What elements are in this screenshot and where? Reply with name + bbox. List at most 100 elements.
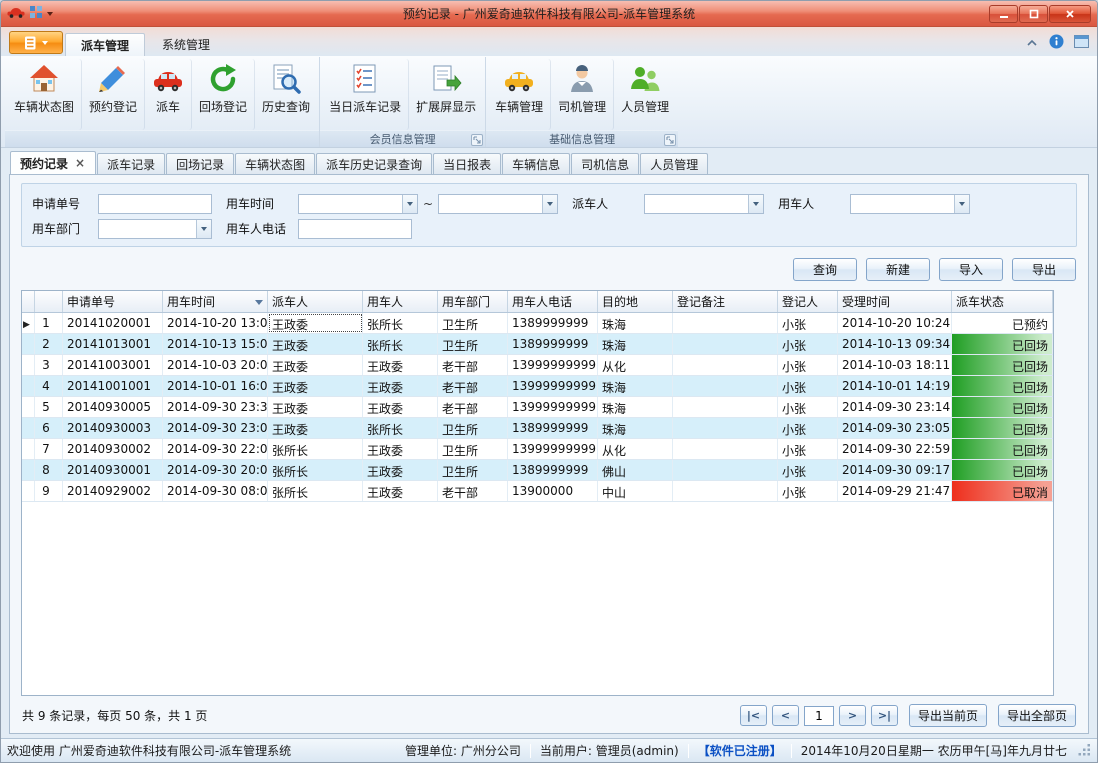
combo-dropdown-button[interactable] xyxy=(748,195,763,213)
ribbon-button-dispatch[interactable]: 派车 xyxy=(145,59,192,130)
grid-cell: 卫生所 xyxy=(438,313,508,333)
ribbon-collapse-icon[interactable] xyxy=(1025,36,1039,50)
grid-cell: 卫生所 xyxy=(438,460,508,480)
query-button[interactable]: 查询 xyxy=(793,258,857,281)
column-header-1[interactable]: 申请单号 xyxy=(63,291,163,312)
new-button[interactable]: 新建 xyxy=(866,258,930,281)
table-row-9[interactable]: 9201409290022014-09-30 08:00张所长王政委老干部139… xyxy=(22,481,1053,502)
doc-tab-3[interactable]: 回场记录 xyxy=(166,153,234,174)
table-row-3[interactable]: 3201410030012014-10-03 20:00王政委王政委老干部139… xyxy=(22,355,1053,376)
group-dialog-launcher-icon[interactable] xyxy=(664,134,676,146)
registered-link[interactable]: 【软件已注册】 xyxy=(698,742,782,759)
combo-dropdown-button[interactable] xyxy=(542,195,557,213)
column-header-8[interactable]: 登记备注 xyxy=(673,291,778,312)
table-row-7[interactable]: 7201409300022014-09-30 22:00张所长王政委卫生所139… xyxy=(22,439,1053,460)
grid-cell: 小张 xyxy=(778,313,838,333)
table-row-6[interactable]: 6201409300032014-09-30 23:00王政委张所长卫生所138… xyxy=(22,418,1053,439)
ribbon-button-reservation-register[interactable]: 预约登记 xyxy=(82,59,145,130)
doc-tab-9[interactable]: 人员管理 xyxy=(640,153,708,174)
user-combo[interactable] xyxy=(850,194,970,214)
ribbon-button-vehicle-management[interactable]: 车辆管理 xyxy=(488,59,551,130)
grid-cell: 王政委 xyxy=(363,460,438,480)
ribbon-button-driver-management[interactable]: 司机管理 xyxy=(551,59,614,130)
table-row-8[interactable]: 8201409300012014-09-30 20:00张所长王政委卫生所138… xyxy=(22,460,1053,481)
combo-dropdown-button[interactable] xyxy=(402,195,417,213)
ribbon-tab-system-management[interactable]: 系统管理 xyxy=(147,33,225,56)
grid-cell: 2014-10-01 14:19 xyxy=(838,376,952,396)
table-row-5[interactable]: 5201409300052014-09-30 23:30王政委王政委老干部139… xyxy=(22,397,1053,418)
resize-grip-icon[interactable] xyxy=(1078,743,1091,759)
next-page-button[interactable]: > xyxy=(839,705,866,726)
export-button[interactable]: 导出 xyxy=(1012,258,1076,281)
search-document-icon xyxy=(270,63,302,95)
department-combo[interactable] xyxy=(98,219,212,239)
chevron-down-icon xyxy=(753,202,759,209)
prev-page-button[interactable]: < xyxy=(772,705,799,726)
combo-dropdown-button[interactable] xyxy=(954,195,969,213)
grid-cell: 小张 xyxy=(778,355,838,375)
ribbon-button-personnel-management[interactable]: 人员管理 xyxy=(614,59,676,130)
column-header-6[interactable]: 用车人电话 xyxy=(508,291,598,312)
selected-row-marker-icon: ▶ xyxy=(23,320,30,330)
column-header-2[interactable]: 用车时间 xyxy=(163,291,268,312)
ribbon-button-today-dispatch-records[interactable]: 当日派车记录 xyxy=(322,59,409,130)
doc-tab-label: 派车历史记录查询 xyxy=(326,156,422,173)
use-time-to-combo[interactable] xyxy=(438,194,558,214)
doc-tab-2[interactable]: 派车记录 xyxy=(97,153,165,174)
close-button[interactable] xyxy=(1049,5,1091,23)
info-icon[interactable] xyxy=(1049,34,1064,52)
ribbon-right-tools xyxy=(1025,34,1089,56)
use-time-from-combo[interactable] xyxy=(298,194,418,214)
doc-tab-1[interactable]: 预约记录× xyxy=(10,151,96,174)
table-row-2[interactable]: 2201410130012014-10-13 15:00王政委张所长卫生所138… xyxy=(22,334,1053,355)
grid-cell: 2014-09-30 22:59 xyxy=(838,439,952,459)
import-button[interactable]: 导入 xyxy=(939,258,1003,281)
dispatcher-combo[interactable] xyxy=(644,194,764,214)
combo-dropdown-button[interactable] xyxy=(196,220,211,238)
grid-cell: 王政委 xyxy=(363,376,438,396)
quick-access-layout-icon[interactable] xyxy=(29,5,43,22)
ribbon-button-history-query[interactable]: 历史查询 xyxy=(255,59,317,130)
column-header-11[interactable]: 派车状态 xyxy=(952,291,1053,312)
doc-tab-7[interactable]: 车辆信息 xyxy=(502,153,570,174)
apply-no-input[interactable] xyxy=(98,194,212,214)
skin-window-icon[interactable] xyxy=(1074,35,1089,51)
phone-label: 用车人电话 xyxy=(226,220,298,237)
column-header-7[interactable]: 目的地 xyxy=(598,291,673,312)
column-header-10[interactable]: 受理时间 xyxy=(838,291,952,312)
quick-access-dropdown-icon[interactable] xyxy=(47,12,53,19)
close-tab-icon[interactable]: × xyxy=(74,157,86,169)
phone-input[interactable] xyxy=(298,219,412,239)
ribbon-tab-dispatch-management[interactable]: 派车管理 xyxy=(65,33,145,56)
column-header-9[interactable]: 登记人 xyxy=(778,291,838,312)
row-indicator-cell xyxy=(22,334,35,354)
ribbon-button-extended-screen[interactable]: 扩展屏显示 xyxy=(409,59,483,130)
title-bar[interactable]: 预约记录 - 广州爱奇迪软件科技有限公司-派车管理系统 xyxy=(1,1,1097,27)
grid-cell: 从化 xyxy=(598,439,673,459)
grid-cell: 小张 xyxy=(778,397,838,417)
export-all-pages-button[interactable]: 导出全部页 xyxy=(998,704,1076,727)
doc-tab-8[interactable]: 司机信息 xyxy=(571,153,639,174)
application-menu-button[interactable] xyxy=(9,31,63,54)
column-header-label: 派车状态 xyxy=(956,293,1004,310)
column-header-4[interactable]: 用车人 xyxy=(363,291,438,312)
table-row-4[interactable]: 4201410010012014-10-01 16:00王政委王政委老干部139… xyxy=(22,376,1053,397)
column-header-5[interactable]: 用车部门 xyxy=(438,291,508,312)
first-page-button[interactable]: |< xyxy=(740,705,767,726)
ribbon-button-vehicle-status-map[interactable]: 车辆状态图 xyxy=(7,59,82,130)
filter-arrow-icon[interactable] xyxy=(255,300,263,309)
doc-tab-6[interactable]: 当日报表 xyxy=(433,153,501,174)
statusbar-divider xyxy=(688,744,689,758)
doc-tab-4[interactable]: 车辆状态图 xyxy=(235,153,315,174)
group-dialog-launcher-icon[interactable] xyxy=(471,134,483,146)
minimize-button[interactable] xyxy=(989,5,1018,23)
table-row-1[interactable]: ▶1201410200012014-10-20 13:00王政委张所长卫生所13… xyxy=(22,313,1053,334)
page-number-input[interactable] xyxy=(804,706,834,726)
last-page-button[interactable]: >| xyxy=(871,705,898,726)
maximize-button[interactable] xyxy=(1019,5,1048,23)
ribbon-button-return-register[interactable]: 回场登记 xyxy=(192,59,255,130)
doc-tab-5[interactable]: 派车历史记录查询 xyxy=(316,153,432,174)
export-current-page-button[interactable]: 导出当前页 xyxy=(909,704,987,727)
grid-cell: 20140930002 xyxy=(63,439,163,459)
column-header-3[interactable]: 派车人 xyxy=(268,291,363,312)
